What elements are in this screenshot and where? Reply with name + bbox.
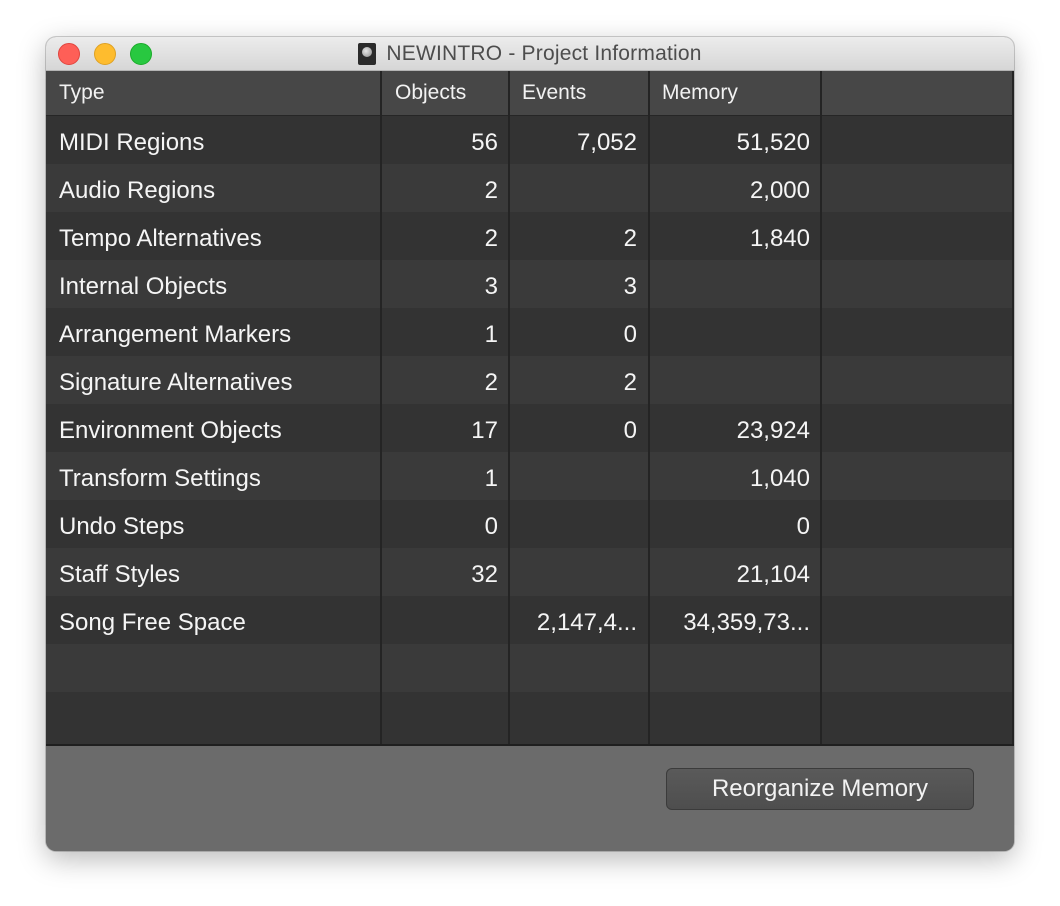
row-events-cell: 2,147,4... xyxy=(536,609,637,636)
row-objects-cell: 17 xyxy=(471,417,498,444)
table-row[interactable]: Transform Settings 1 1,040 xyxy=(46,452,1014,500)
row-events-cell: 3 xyxy=(623,273,637,300)
table-row[interactable]: Tempo Alternatives 2 2 1,840 xyxy=(46,212,1014,260)
project-info-table[interactable]: Type Objects Events Memory MIDI Regions 5… xyxy=(46,71,1014,745)
row-events-cell: 2 xyxy=(623,369,637,396)
row-memory-cell: 1,040 xyxy=(749,465,810,492)
row-type-cell: Undo Steps xyxy=(59,513,185,540)
row-memory-cell: 1,840 xyxy=(749,225,810,252)
empty-table-row[interactable] xyxy=(46,644,1014,692)
row-objects-cell: 1 xyxy=(484,465,498,492)
row-type-cell: Environment Objects xyxy=(59,417,282,444)
row-objects-cell: 2 xyxy=(484,369,498,396)
table-row[interactable]: Undo Steps 0 0 xyxy=(46,500,1014,548)
row-events-cell xyxy=(509,548,637,596)
row-memory-cell xyxy=(649,356,810,404)
row-memory-cell: 2,000 xyxy=(749,177,810,204)
table-row[interactable]: Signature Alternatives 2 2 xyxy=(46,356,1014,404)
table-row[interactable]: Audio Regions 2 2,000 xyxy=(46,164,1014,212)
row-objects-cell: 2 xyxy=(484,225,498,252)
row-objects-cell: 56 xyxy=(471,129,498,156)
project-document-icon xyxy=(358,43,377,65)
table-body: MIDI Regions 56 7,052 51,520 Audio Regions 2 2… xyxy=(46,116,1014,740)
column-header-events[interactable]: Events xyxy=(509,71,649,115)
table-row[interactable]: Arrangement Markers 1 0 xyxy=(46,308,1014,356)
row-events-cell xyxy=(509,164,637,212)
row-memory-cell: 34,359,73... xyxy=(683,609,810,636)
row-objects-cell: 1 xyxy=(484,321,498,348)
row-events-cell: 2 xyxy=(623,225,637,252)
window-title: NEWINTRO - Project Information xyxy=(386,42,702,65)
window-title-group: NEWINTRO - Project Information xyxy=(46,37,1014,71)
row-events-cell xyxy=(509,500,637,548)
empty-table-row[interactable] xyxy=(46,692,1014,740)
window-footer: Reorganize Memory xyxy=(46,746,1014,851)
row-events-cell: 0 xyxy=(623,321,637,348)
column-divider xyxy=(508,71,510,745)
table-row[interactable]: MIDI Regions 56 7,052 51,520 xyxy=(46,116,1014,164)
column-divider xyxy=(1012,71,1014,745)
row-objects-cell: 2 xyxy=(484,177,498,204)
row-memory-cell: 21,104 xyxy=(736,561,810,588)
row-type-cell: Internal Objects xyxy=(59,273,228,300)
column-header-objects[interactable]: Objects xyxy=(382,71,509,115)
row-type-cell: Arrangement Markers xyxy=(59,321,292,348)
column-header-memory[interactable]: Memory xyxy=(649,71,821,115)
row-type-cell: Audio Regions xyxy=(59,177,216,204)
title-bar[interactable]: NEWINTRO - Project Information xyxy=(46,37,1014,71)
project-information-window: NEWINTRO - Project Information Type Obje… xyxy=(46,37,1014,851)
row-memory-cell: 0 xyxy=(796,513,810,540)
table-header: Type Objects Events Memory xyxy=(46,71,1014,116)
row-objects-cell xyxy=(380,596,498,644)
row-events-cell xyxy=(509,452,637,500)
row-type-cell: Staff Styles xyxy=(59,561,180,588)
row-memory-cell: 23,924 xyxy=(736,417,810,444)
table-row[interactable]: Staff Styles 32 21,104 xyxy=(46,548,1014,596)
row-memory-cell: 51,520 xyxy=(736,129,810,156)
row-type-cell: Tempo Alternatives xyxy=(59,225,262,252)
row-objects-cell: 3 xyxy=(484,273,498,300)
column-divider xyxy=(648,71,650,745)
row-type-cell: Song Free Space xyxy=(59,609,246,636)
row-type-cell: MIDI Regions xyxy=(59,129,205,156)
row-memory-cell xyxy=(649,308,810,356)
row-memory-cell xyxy=(649,260,810,308)
table-row[interactable]: Internal Objects 3 3 xyxy=(46,260,1014,308)
column-header-empty xyxy=(821,71,1014,115)
row-type-cell: Transform Settings xyxy=(59,465,261,492)
column-header-type[interactable]: Type xyxy=(46,71,380,115)
row-events-cell: 0 xyxy=(623,417,637,444)
column-divider xyxy=(820,71,822,745)
row-objects-cell: 32 xyxy=(471,561,498,588)
row-type-cell: Signature Alternatives xyxy=(59,369,293,396)
table-row[interactable]: Environment Objects 17 0 23,924 xyxy=(46,404,1014,452)
row-events-cell: 7,052 xyxy=(576,129,637,156)
reorganize-memory-button[interactable]: Reorganize Memory xyxy=(666,768,974,810)
table-row[interactable]: Song Free Space 2,147,4... 34,359,73... xyxy=(46,596,1014,644)
row-objects-cell: 0 xyxy=(484,513,498,540)
column-divider xyxy=(380,71,382,745)
